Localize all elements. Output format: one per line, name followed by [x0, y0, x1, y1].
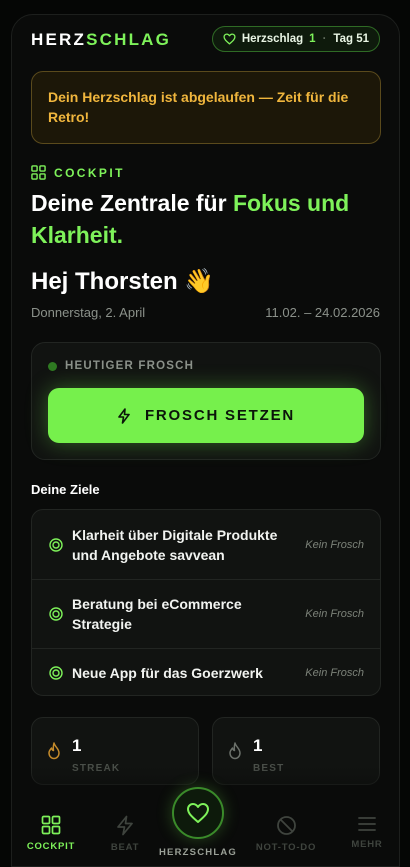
retro-alert-banner[interactable]: Dein Herzschlag ist abgelaufen — Zeit fü… [31, 71, 381, 144]
heart-icon [223, 33, 236, 45]
goal-title: Klarheit über Digitale Produkte und Ange… [72, 526, 278, 563]
eyebrow-label: COCKPIT [54, 165, 125, 180]
nav-label-beat: BEAT [110, 842, 140, 853]
flame-outline-icon [229, 742, 241, 760]
todays-frog-card: HEUTIGER FROSCH FROSCH SETZEN [31, 342, 381, 460]
nav-label-not-to-do: NOT-TO-DO [255, 842, 317, 853]
section-eyebrow: COCKPIT [31, 165, 125, 180]
alert-text: Dein Herzschlag ist abgelaufen — Zeit fü… [48, 89, 349, 125]
app-logo[interactable]: HERZSCHLAG [31, 30, 171, 50]
pill-separator: · [322, 33, 327, 45]
status-dot-icon [48, 361, 57, 371]
best-value: 1 [253, 736, 263, 755]
nav-label-cockpit: COCKPIT [26, 841, 76, 852]
goal-item[interactable]: Beratung bei eCommerce Strategie Kein Fr… [32, 579, 380, 648]
nav-item-cockpit[interactable]: COCKPIT [19, 815, 83, 852]
flame-icon [48, 742, 60, 760]
user-greeting: Hej Thorsten 👋 [31, 268, 215, 295]
nav-item-not-to-do[interactable]: NOT-TO-DO [254, 815, 318, 853]
nav-label-mehr: MEHR [351, 839, 383, 850]
goals-list: Klarheit über Digitale Produkte und Ange… [31, 509, 381, 696]
herzschlag-status-pill[interactable]: Herzschlag 1 · Tag 51 [211, 26, 380, 52]
pill-label: Herzschlag [241, 33, 304, 45]
logo-text-primary: HERZ [31, 30, 87, 49]
headline-text: Deine Zentrale für [31, 190, 233, 216]
bolt-icon [118, 407, 130, 424]
app-frame: HERZSCHLAG Herzschlag 1 · Tag 51 Dein He… [11, 14, 400, 867]
goal-item[interactable]: Klarheit über Digitale Produkte und Ange… [32, 510, 380, 579]
nav-label-herzschlag: HERZSCHLAG [159, 847, 237, 858]
bolt-icon [117, 815, 133, 836]
goal-title: Neue App für das Goerzwerk [72, 665, 263, 681]
sprint-date-range: 11.02. – 24.02.2026 [265, 305, 380, 320]
heart-icon [187, 803, 209, 823]
menu-icon [358, 817, 376, 831]
set-frog-button[interactable]: FROSCH SETZEN [48, 388, 364, 443]
set-frog-button-label: FROSCH SETZEN [144, 407, 296, 424]
target-icon [49, 607, 63, 621]
grid-icon [31, 165, 46, 180]
herzschlag-center-button[interactable] [172, 787, 224, 839]
logo-text-accent: SCHLAG [86, 30, 172, 49]
streak-value: 1 [72, 736, 82, 755]
goal-frog-status: Kein Frosch [305, 608, 364, 620]
goals-title: Deine Ziele [31, 482, 100, 497]
goal-title: Beratung bei eCommerce Strategie [72, 596, 242, 632]
frog-label: HEUTIGER FROSCH [48, 360, 194, 372]
forbidden-icon [276, 816, 296, 835]
goal-frog-status: Kein Frosch [305, 667, 364, 679]
pill-day: Tag 51 [333, 33, 369, 45]
page-headline: Deine Zentrale für Fokus und Klarheit. [31, 187, 381, 251]
target-icon [49, 537, 63, 552]
grid-icon [41, 815, 61, 835]
current-date: Donnerstag, 2. April [31, 305, 146, 320]
target-icon [49, 666, 63, 680]
goal-item[interactable]: Neue App für das Goerzwerk Kein Frosch [32, 648, 380, 695]
bottom-navigation: COCKPIT BEAT HERZSCHLAG NOT-TO-DO MEHR [12, 787, 399, 866]
pill-count: 1 [309, 33, 316, 45]
goal-frog-status: Kein Frosch [305, 538, 364, 551]
frog-label-text: HEUTIGER FROSCH [65, 360, 195, 372]
nav-item-mehr[interactable]: MEHR [335, 815, 399, 850]
app-header: HERZSCHLAG Herzschlag 1 · Tag 51 [12, 15, 399, 63]
